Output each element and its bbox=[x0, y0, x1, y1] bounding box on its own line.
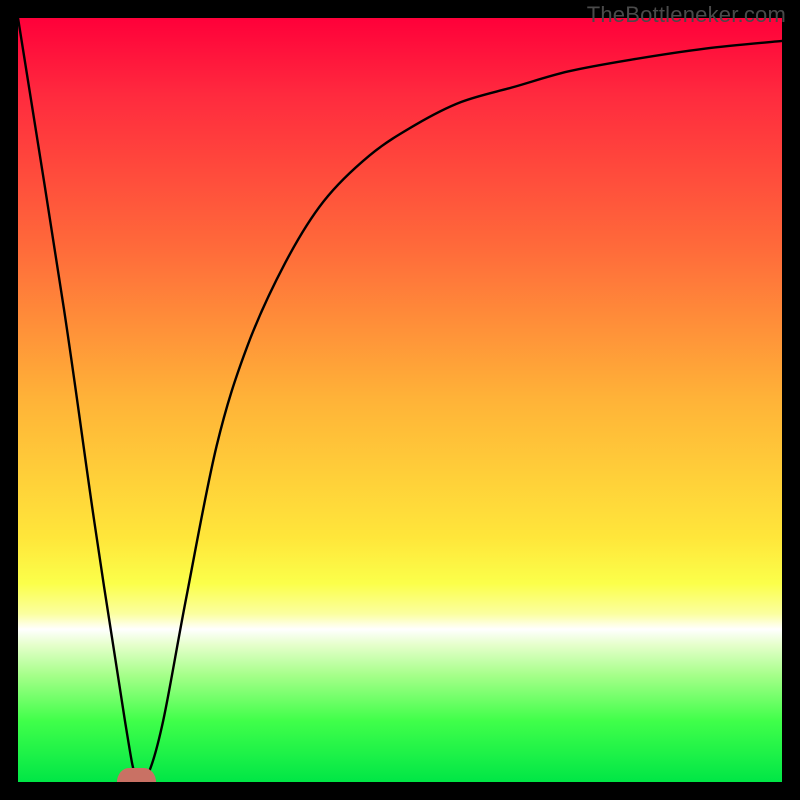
curve-minimum-marker bbox=[117, 768, 157, 782]
watermark-text: TheBottleneker.com bbox=[587, 2, 786, 28]
curve-layer bbox=[18, 18, 782, 782]
chart-frame: TheBottleneker.com bbox=[0, 0, 800, 800]
plot-area bbox=[18, 18, 782, 782]
bottleneck-curve bbox=[18, 18, 782, 782]
